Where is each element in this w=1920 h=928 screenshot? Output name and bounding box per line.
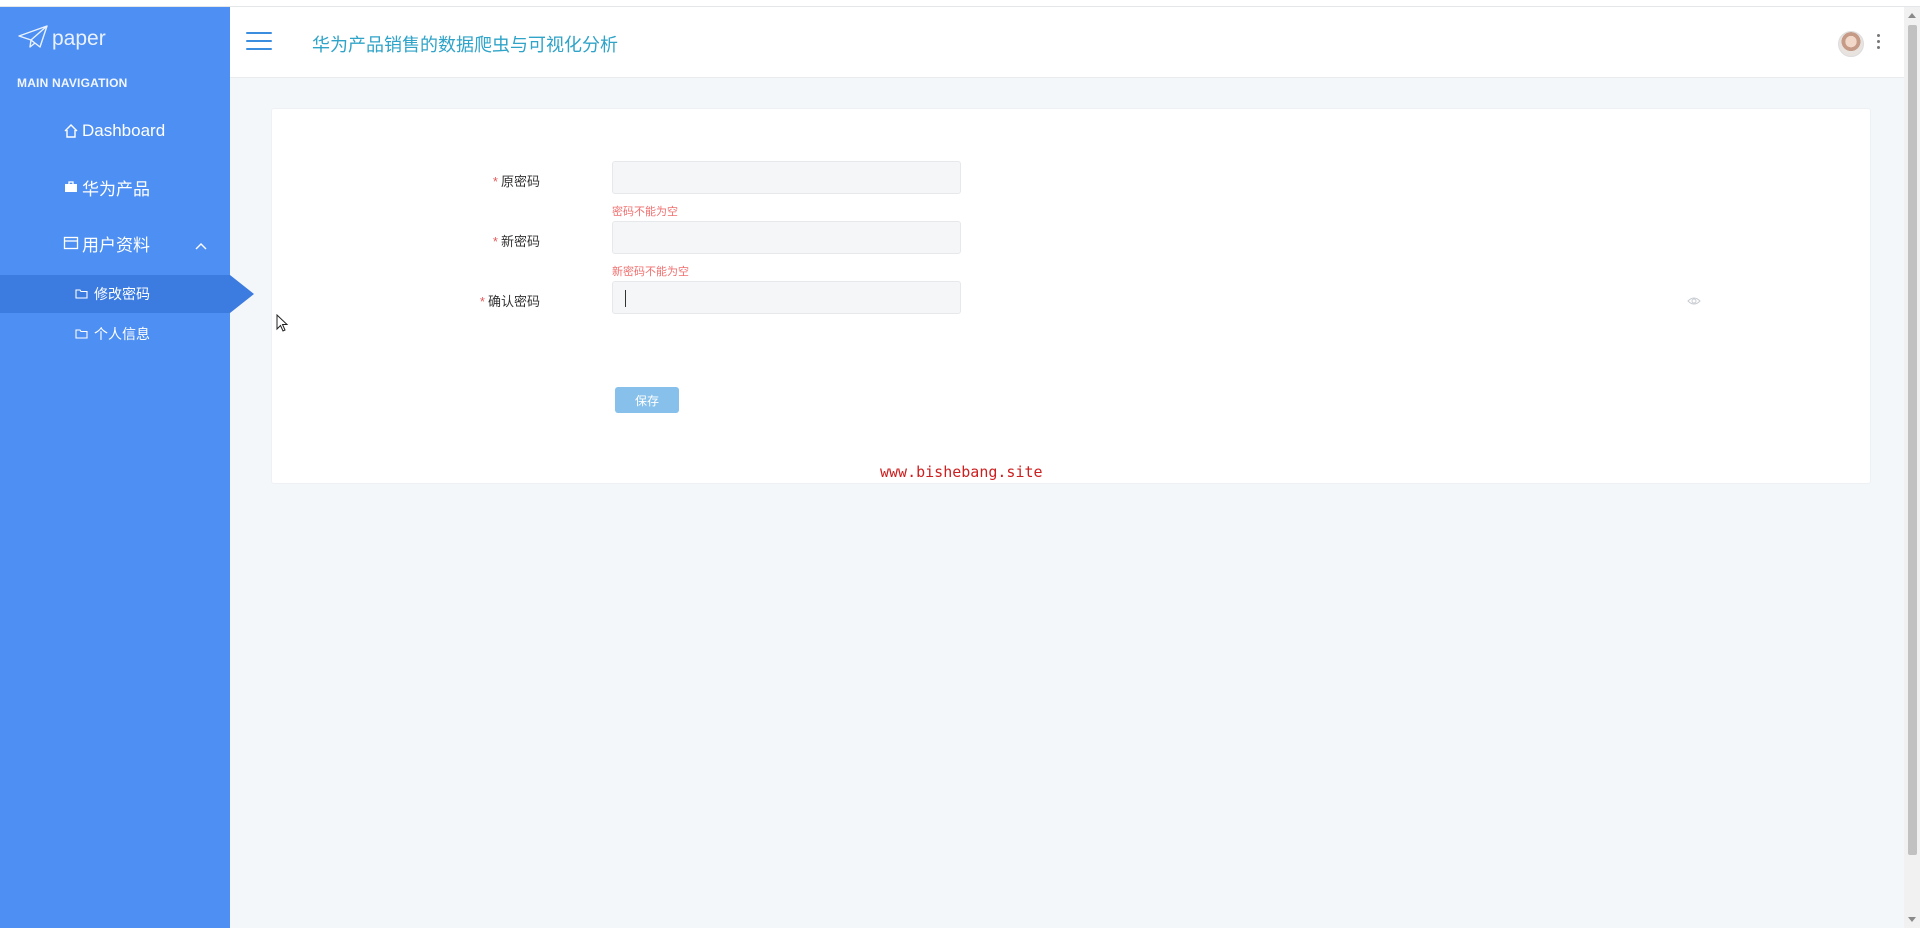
field-label-text: 确认密码	[487, 294, 540, 309]
confirm-password-label: * 确认密码	[480, 291, 540, 310]
new-password-error: 新密码不能为空	[612, 266, 689, 278]
old-password-error: 密码不能为空	[612, 206, 678, 218]
menu-toggle-icon[interactable]	[246, 32, 272, 52]
text-caret	[625, 290, 626, 307]
required-mark: *	[479, 294, 485, 309]
required-mark: *	[492, 234, 498, 249]
sidebar: paper MAIN NAVIGATION Dashboard 华为产品 用户资…	[0, 7, 254, 928]
scrollbar-thumb[interactable]	[1908, 25, 1917, 855]
paper-plane-icon	[18, 25, 48, 53]
sidebar-subitem-personal-info[interactable]: 个人信息	[0, 315, 230, 353]
logo[interactable]: paper	[18, 23, 106, 55]
sidebar-item-user-profile[interactable]: 用户资料	[0, 223, 230, 263]
sidebar-item-label: 华为产品	[82, 179, 150, 199]
old-password-field[interactable]	[612, 161, 961, 194]
nav-heading: MAIN NAVIGATION	[17, 76, 128, 90]
sidebar-subitem-label: 个人信息	[94, 326, 150, 342]
sidebar-item-label: 用户资料	[82, 235, 150, 255]
sidebar-item-label: Dashboard	[82, 121, 166, 140]
new-password-input[interactable]	[613, 222, 960, 253]
old-password-input[interactable]	[613, 162, 960, 193]
page-title: 华为产品销售的数据爬虫与可视化分析	[312, 35, 618, 55]
window-top-border	[0, 0, 1920, 7]
avatar[interactable]	[1838, 31, 1864, 57]
change-password-card: * 原密码 密码不能为空 * 新密码 新密码不能为空 * 确认密码 保存 www.bi…	[271, 108, 1871, 484]
briefcase-icon	[62, 178, 80, 196]
old-password-label: * 原密码	[493, 171, 540, 190]
watermark-text: www.bishebang.site	[880, 463, 1043, 481]
scroll-down-icon[interactable]	[1908, 917, 1916, 922]
card-icon	[62, 234, 80, 252]
save-button[interactable]: 保存	[615, 387, 679, 413]
confirm-password-field[interactable]	[612, 281, 961, 314]
sidebar-subitem-label: 修改密码	[94, 286, 150, 302]
sidebar-item-dashboard[interactable]: Dashboard	[0, 111, 230, 151]
eye-icon[interactable]	[1687, 291, 1701, 305]
folder-icon	[75, 328, 89, 340]
vertical-scrollbar[interactable]	[1904, 7, 1920, 928]
chevron-up-icon	[194, 236, 208, 256]
new-password-field[interactable]	[612, 221, 961, 254]
field-label-text: 原密码	[500, 174, 540, 189]
folder-icon	[75, 288, 89, 300]
confirm-password-input[interactable]	[613, 282, 960, 313]
required-mark: *	[492, 174, 498, 189]
logo-text: paper	[52, 27, 106, 50]
scroll-up-icon[interactable]	[1908, 13, 1916, 18]
active-indicator	[230, 275, 254, 313]
more-vertical-icon[interactable]	[1875, 34, 1881, 54]
mouse-pointer-icon	[276, 313, 290, 338]
sidebar-subitem-change-password[interactable]: 修改密码	[0, 275, 254, 313]
field-label-text: 新密码	[500, 234, 540, 249]
top-header: 华为产品销售的数据爬虫与可视化分析	[230, 7, 1904, 78]
new-password-label: * 新密码	[493, 231, 540, 250]
sidebar-item-huawei-products[interactable]: 华为产品	[0, 167, 230, 207]
home-icon	[62, 122, 80, 140]
